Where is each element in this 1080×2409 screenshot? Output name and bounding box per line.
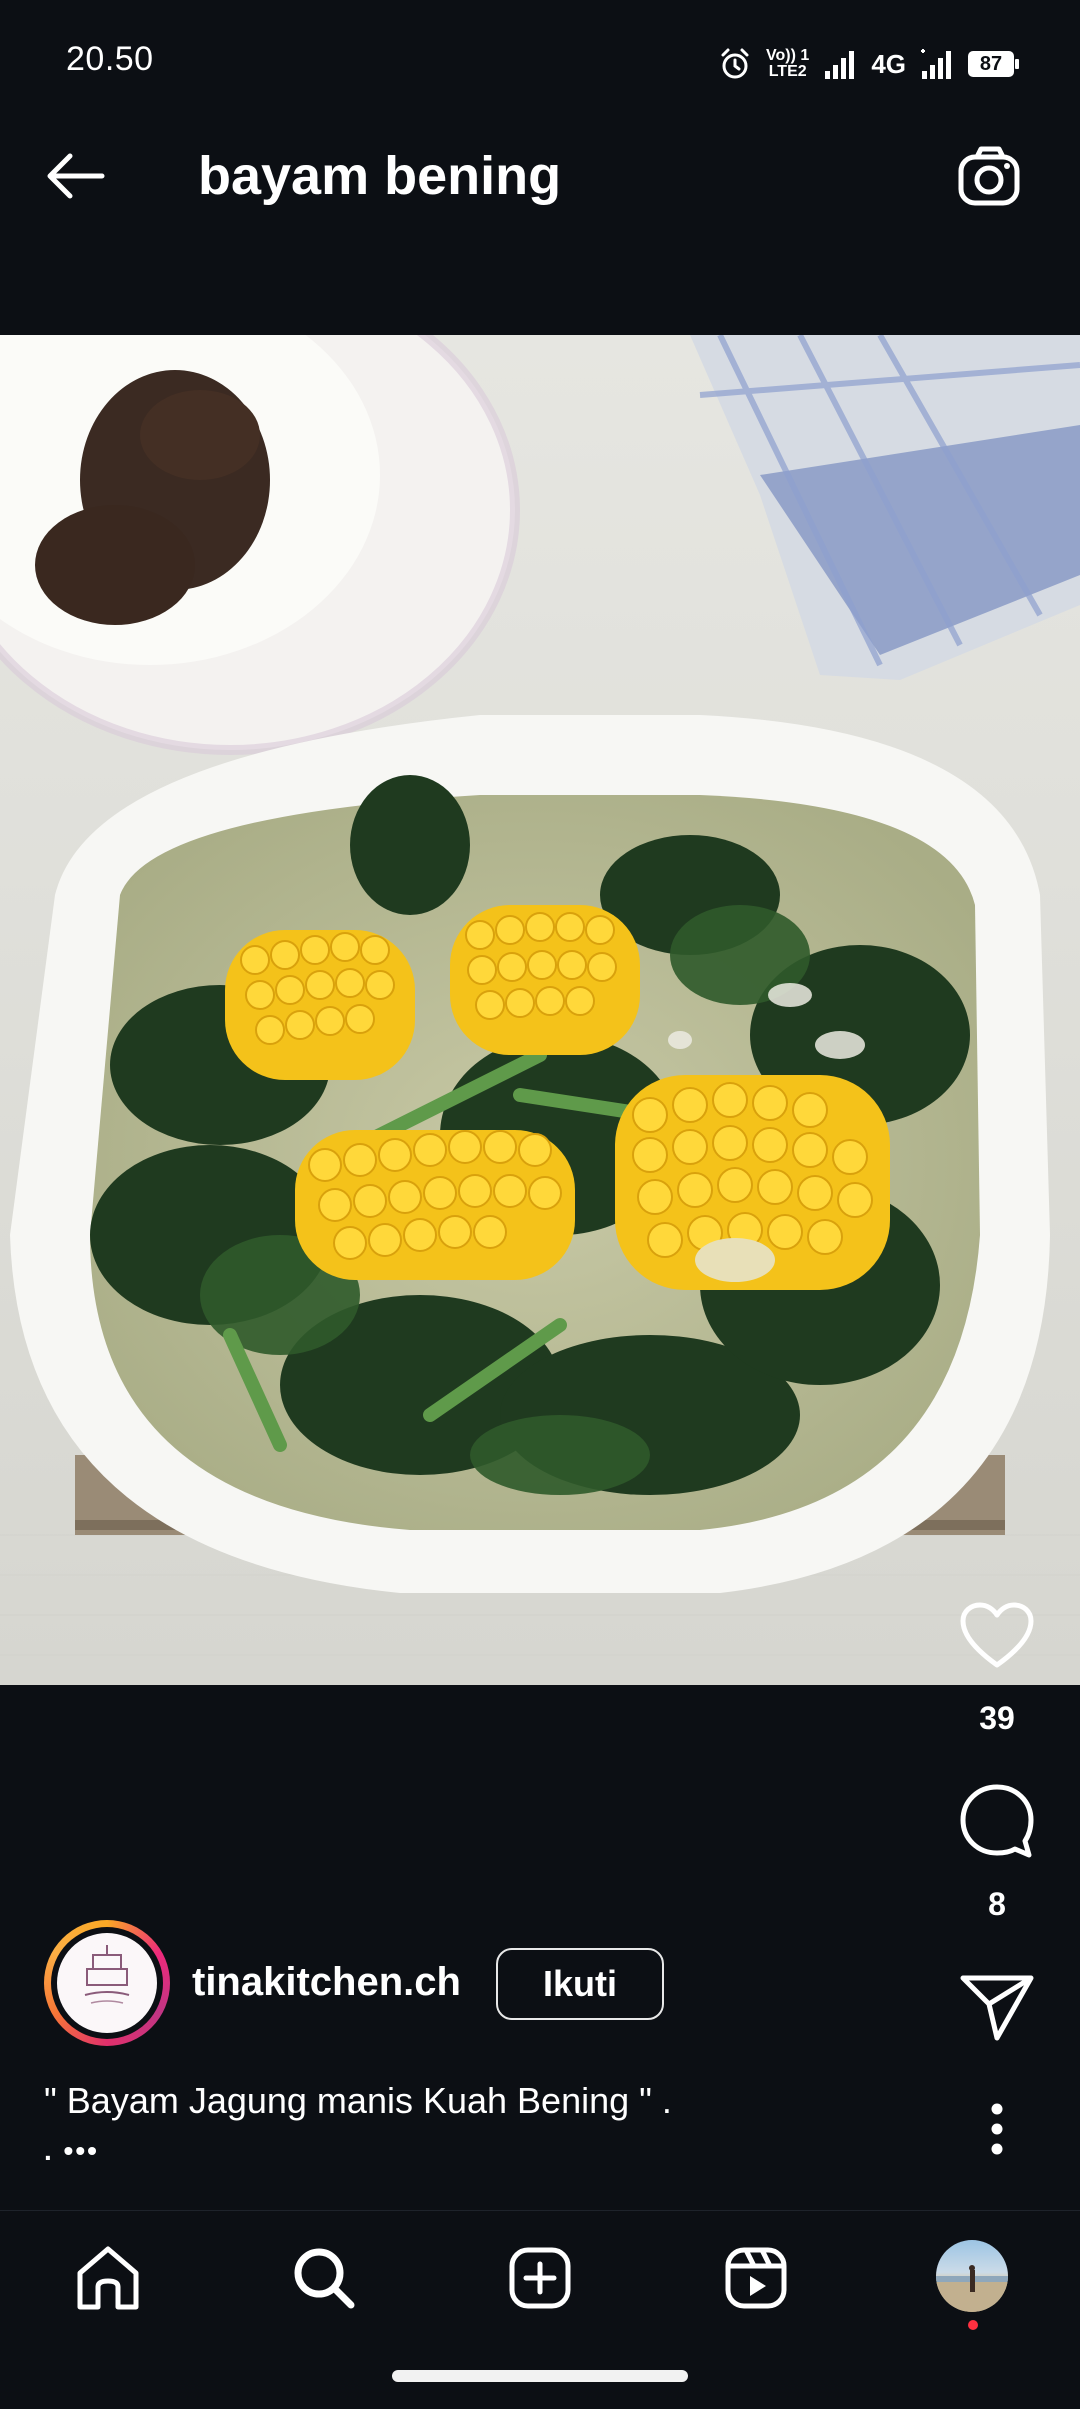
notification-dot	[968, 2320, 978, 2330]
post-photo[interactable]	[0, 335, 1080, 1685]
arrow-left-icon	[47, 153, 105, 199]
corn-4	[615, 1075, 890, 1290]
heart-icon	[960, 1602, 1034, 1668]
avatar-image	[57, 1933, 157, 2033]
share-button[interactable]	[956, 1966, 1038, 2048]
battery-indicator: 87	[968, 51, 1019, 77]
comments-count[interactable]: 8	[947, 1886, 1047, 1923]
food-photo	[0, 335, 1080, 1685]
status-bar: 20.50 Vo)) 1 LTE2 4G 87	[0, 0, 1080, 100]
nav-home[interactable]	[68, 2238, 148, 2318]
home-icon	[77, 2246, 139, 2310]
camera-icon	[958, 146, 1020, 206]
nav-search[interactable]	[284, 2238, 364, 2318]
more-vertical-icon	[991, 2103, 1003, 2155]
header	[0, 100, 1080, 340]
nav-reels[interactable]	[716, 2238, 796, 2318]
home-indicator[interactable]	[392, 2370, 688, 2382]
profile-photo	[936, 2265, 1008, 2312]
bakery-logo	[84, 1945, 130, 2004]
network-type: 4G	[871, 48, 906, 79]
comment-icon	[960, 1784, 1034, 1858]
volte-label: Vo)) 1	[766, 47, 810, 64]
volte-indicator: Vo)) 1 LTE2	[766, 48, 809, 80]
post-caption[interactable]: " Bayam Jagung manis Kuah Bening " .	[44, 2080, 672, 2122]
search-icon	[294, 2248, 355, 2309]
like-button[interactable]	[956, 1595, 1038, 1677]
more-options-button[interactable]	[956, 2088, 1038, 2170]
alarm-icon	[721, 48, 749, 79]
status-time: 20.50	[66, 40, 154, 78]
caption-more[interactable]: . •••	[44, 2135, 99, 2167]
nav-create[interactable]	[500, 2238, 580, 2318]
back-button[interactable]	[40, 140, 112, 212]
signal-2-icon	[921, 49, 951, 79]
battery-level: 87	[979, 52, 1003, 75]
author-avatar[interactable]	[44, 1920, 170, 2046]
likes-count[interactable]: 39	[947, 1700, 1047, 1737]
lte-label: LTE2	[768, 63, 807, 80]
signal-icon	[825, 51, 855, 79]
corn-1	[225, 930, 415, 1080]
nav-profile[interactable]	[936, 2240, 1008, 2312]
send-icon	[960, 1975, 1034, 2041]
corn-3	[295, 1130, 575, 1280]
follow-button[interactable]: Ikuti	[496, 1948, 664, 2020]
reels-icon	[725, 2247, 787, 2309]
camera-button[interactable]	[956, 144, 1026, 210]
comment-button[interactable]	[956, 1780, 1038, 1862]
author-username[interactable]: tinakitchen.ch	[192, 1960, 461, 2005]
corn-2	[450, 905, 640, 1055]
plus-square-icon	[509, 2247, 571, 2309]
status-icons: Vo)) 1 LTE2 4G 87	[718, 46, 1019, 82]
page-title: bayam bening	[198, 146, 562, 206]
